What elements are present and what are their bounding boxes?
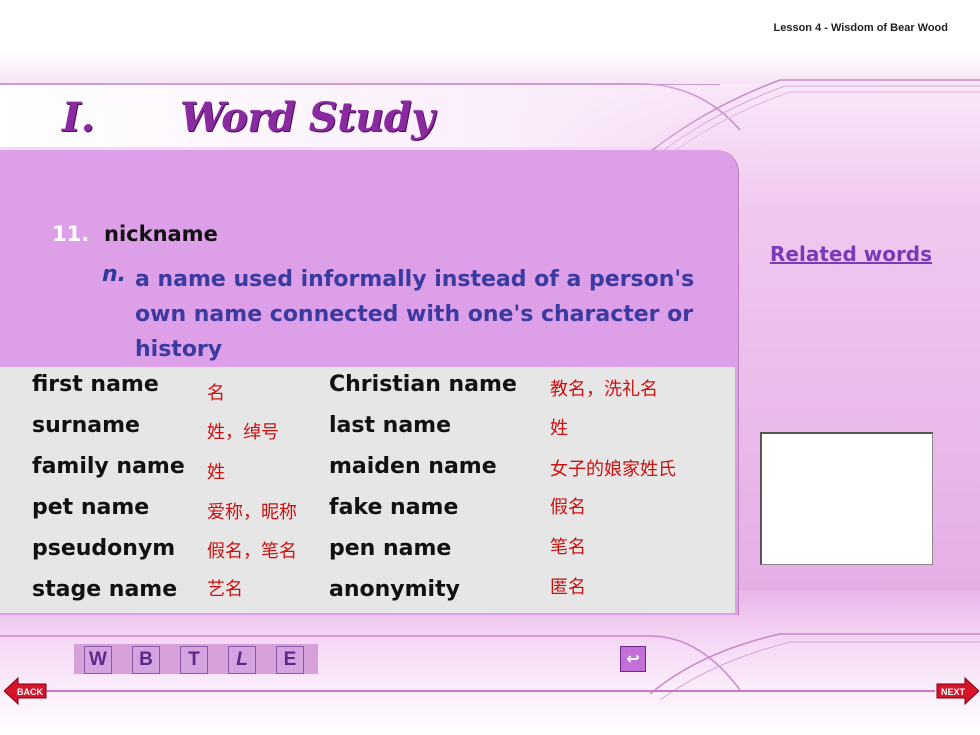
table-cell-chinese: 名 — [207, 383, 225, 404]
bottom-divider — [40, 690, 935, 692]
table-row: pseudonym 假名，笔名 pen name 笔名 — [0, 531, 735, 572]
table-cell-english: Christian name — [329, 372, 517, 397]
entry-word: nickname — [104, 222, 218, 246]
table-row: stage name 艺名 anonymity 匿名 — [0, 572, 735, 613]
table-cell-chinese: 姓 — [207, 462, 225, 483]
table-cell-english: pseudonym — [32, 536, 176, 561]
next-button[interactable]: NEXT — [935, 676, 979, 706]
nav-button-w[interactable]: W — [84, 646, 112, 674]
table-cell-chinese: 艺名 — [207, 579, 243, 600]
word-table: first name 名 Christian name 教名，洗礼名 surna… — [0, 367, 735, 613]
section-title: Word Study — [180, 94, 434, 141]
table-row: family name 姓 maiden name 女子的娘家姓氏 — [0, 449, 735, 490]
table-cell-english: fake name — [329, 495, 459, 520]
back-button[interactable]: BACK — [4, 676, 48, 706]
entry-definition: a name used informally instead of a pers… — [135, 267, 695, 362]
nav-button-l[interactable]: L — [228, 646, 256, 674]
table-cell-chinese: 假名 — [550, 497, 586, 518]
table-cell-english: family name — [32, 454, 185, 479]
table-cell-chinese: 爱称，昵称 — [207, 502, 297, 523]
table-cell-english: stage name — [32, 577, 178, 602]
table-cell-chinese: 姓，绰号 — [207, 422, 279, 443]
table-row: first name 名 Christian name 教名，洗礼名 — [0, 367, 735, 408]
section-number: I. — [62, 94, 95, 141]
table-cell-english: surname — [32, 413, 140, 438]
table-cell-chinese: 匿名 — [550, 577, 586, 598]
nav-button-t[interactable]: T — [180, 646, 208, 674]
table-row: surname 姓，绰号 last name 姓 — [0, 408, 735, 449]
table-cell-chinese: 假名，笔名 — [207, 541, 297, 562]
lesson-header: Lesson 4 - Wisdom of Bear Wood — [773, 22, 949, 34]
table-cell-english: pen name — [329, 536, 452, 561]
table-cell-english: maiden name — [329, 454, 497, 479]
back-label: BACK — [17, 687, 43, 697]
table-cell-english: first name — [32, 372, 159, 397]
related-words-link[interactable]: Related words — [770, 242, 932, 266]
section-nav: W B T L E — [74, 644, 318, 674]
table-cell-chinese: 女子的娘家姓氏 — [550, 459, 676, 480]
table-cell-english: anonymity — [329, 577, 460, 602]
nav-button-b[interactable]: B — [132, 646, 160, 674]
return-icon[interactable]: ↩ — [620, 646, 646, 672]
part-of-speech: n. — [102, 262, 127, 287]
related-words-box — [760, 432, 933, 565]
table-cell-chinese: 教名，洗礼名 — [550, 379, 658, 400]
table-cell-chinese: 笔名 — [550, 537, 586, 558]
next-label: NEXT — [941, 687, 966, 697]
entry-number: 11. — [52, 222, 90, 246]
table-cell-english: last name — [329, 413, 452, 438]
table-cell-english: pet name — [32, 495, 150, 520]
table-cell-chinese: 姓 — [550, 418, 568, 439]
table-row: pet name 爱称，昵称 fake name 假名 — [0, 490, 735, 531]
nav-button-e[interactable]: E — [276, 646, 304, 674]
